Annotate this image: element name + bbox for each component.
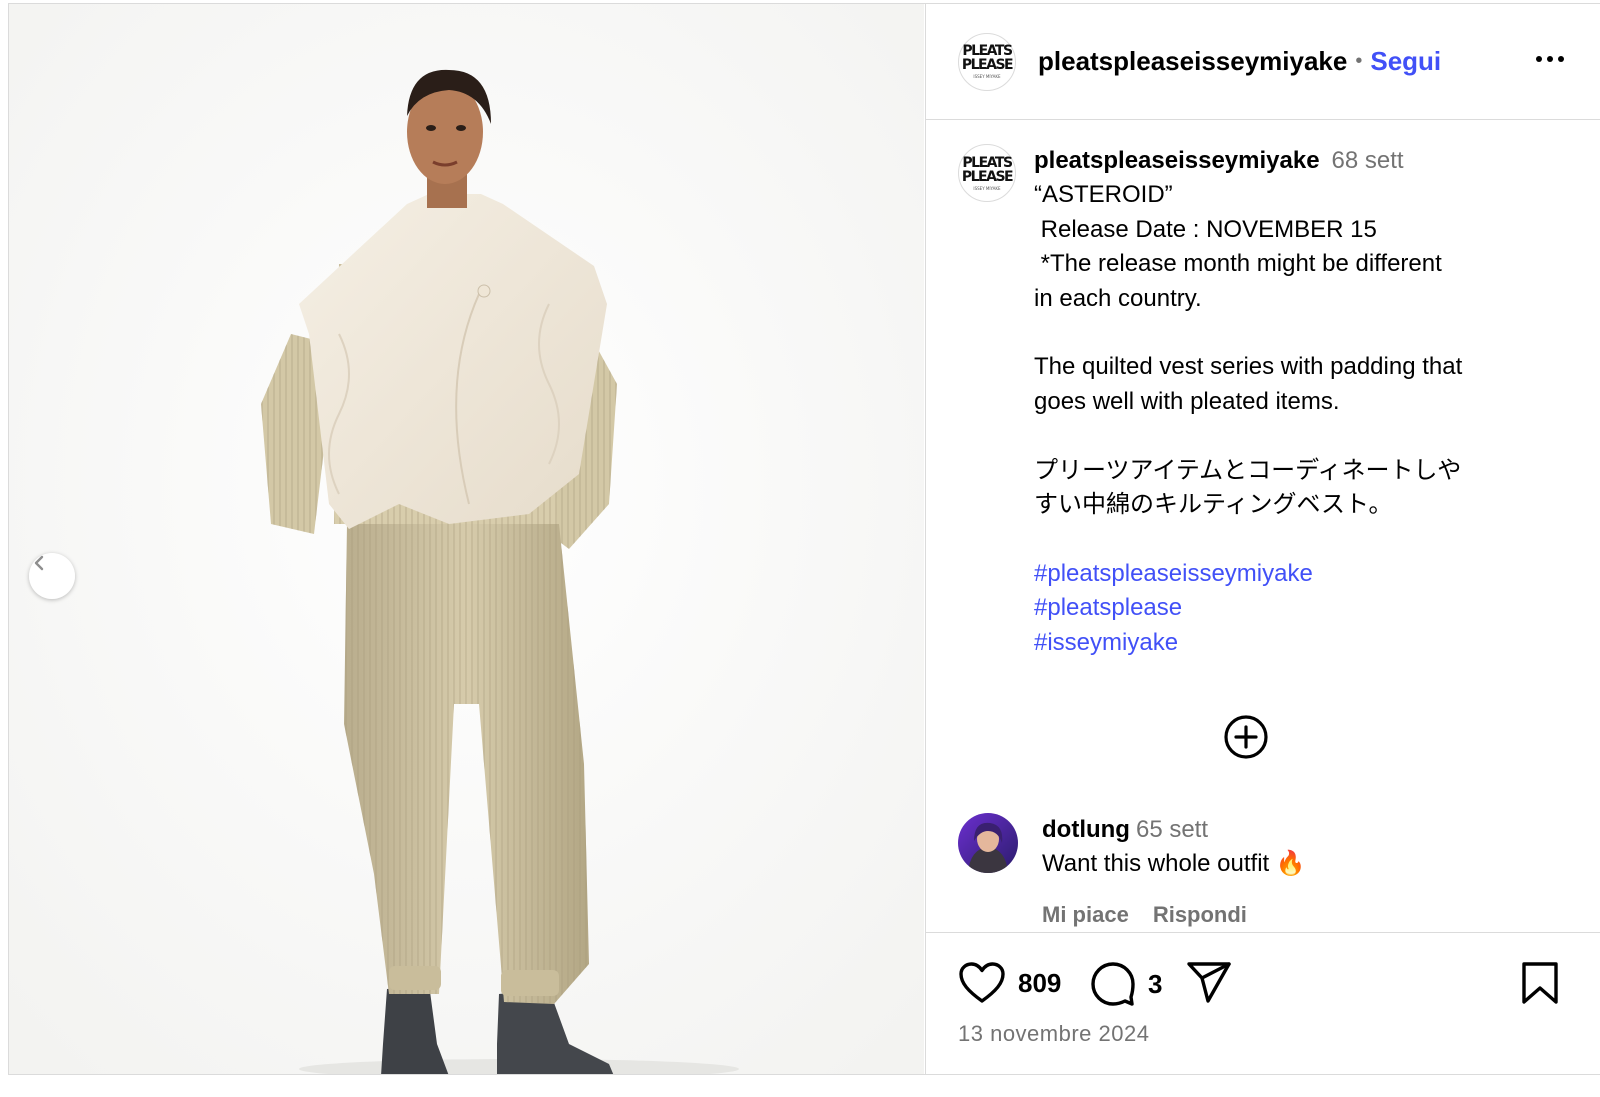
comment-body: dotlung 65 sett Want this whole outfit 🔥 …	[1042, 813, 1306, 932]
separator-dot: •	[1355, 50, 1363, 72]
comment-icon	[1091, 962, 1135, 1006]
post-media[interactable]	[9, 4, 924, 1074]
caption-title-row: pleatspleaseisseymiyake 68 sett	[1034, 144, 1462, 178]
comment-item: dotlung 65 sett Want this whole outfit 🔥 …	[958, 813, 1580, 932]
post-header: PLEATS PLEASE ISSEY MIYAKE pleatspleasei…	[926, 4, 1600, 120]
logo-text-line2: PLEASE	[961, 57, 1014, 73]
post-window: PLEATS PLEASE ISSEY MIYAKE pleatspleasei…	[8, 3, 1600, 1075]
comment-timestamp[interactable]: 65 sett	[1136, 816, 1208, 843]
hashtag-link[interactable]: #isseymiyake	[1034, 626, 1462, 660]
bookmark-icon	[1522, 962, 1558, 1004]
share-icon	[1187, 962, 1231, 1003]
more-options-button[interactable]	[1536, 48, 1564, 70]
caption-avatar[interactable]: PLEATS PLEASE ISSEY MIYAKE	[958, 144, 1016, 202]
comments-panel[interactable]: PLEATS PLEASE ISSEY MIYAKE pleatspleasei…	[926, 120, 1600, 932]
logo-text-line1: PLEATS	[962, 43, 1013, 59]
hashtag-link[interactable]: #pleatspleaseisseymiyake	[1034, 557, 1462, 591]
caption-line: Release Date : NOVEMBER 15	[1034, 215, 1377, 243]
comment-text-row: dotlung 65 sett	[1042, 813, 1306, 847]
comment-reply-button[interactable]: Rispondi	[1153, 898, 1247, 932]
load-more-comments-button[interactable]	[1222, 713, 1270, 761]
comment-actions: Mi piace Rispondi	[1042, 898, 1306, 932]
post-footer: 809 3 13 novembre 2024	[926, 932, 1600, 1074]
likes-count[interactable]: 809	[1018, 968, 1061, 999]
post-caption: PLEATS PLEASE ISSEY MIYAKE pleatspleasei…	[958, 144, 1580, 660]
comment-like-button[interactable]: Mi piace	[1042, 898, 1129, 932]
follow-button[interactable]: Segui	[1370, 46, 1441, 77]
plus-circle-icon	[1224, 715, 1268, 759]
commenter-avatar[interactable]	[958, 813, 1018, 873]
caption-line: すい中綿のキルティングベスト。	[1034, 491, 1393, 519]
header-username[interactable]: pleatspleaseisseymiyake	[1038, 46, 1347, 77]
profile-avatar[interactable]: PLEATS PLEASE ISSEY MIYAKE	[958, 32, 1016, 91]
more-horizontal-icon	[1536, 56, 1542, 62]
caption-username[interactable]: pleatspleaseisseymiyake	[1034, 147, 1320, 174]
caption-line: goes well with pleated items.	[1034, 387, 1340, 415]
caption-line: The quilted vest series with padding tha…	[1034, 353, 1463, 381]
previous-image-button[interactable]	[29, 553, 75, 599]
caption-text: pleatspleaseisseymiyake 68 sett “ASTEROID…	[1034, 144, 1462, 660]
action-bar: 809 3	[958, 961, 1560, 1009]
caption-line: プリーツアイテムとコーディネートしや	[1034, 456, 1462, 484]
save-button[interactable]	[1520, 961, 1560, 1005]
comment-text: Want this whole outfit 🔥	[1042, 850, 1306, 878]
caption-line: in each country.	[1034, 284, 1202, 312]
heart-icon	[959, 962, 1005, 1003]
comment-button[interactable]: 3	[1090, 961, 1162, 1007]
share-button[interactable]	[1186, 961, 1232, 1005]
comment-username[interactable]: dotlung	[1042, 816, 1130, 843]
caption-line: *The release month might be different	[1034, 250, 1442, 278]
caption-timestamp[interactable]: 68 sett	[1332, 147, 1404, 174]
chevron-left-icon	[34, 555, 44, 571]
logo-text-line3: ISSEY MIYAKE	[973, 74, 1001, 79]
post-date[interactable]: 13 novembre 2024	[958, 1021, 1149, 1047]
post-photo	[9, 4, 924, 1074]
like-button[interactable]: 809	[958, 961, 1061, 1005]
avatar-image	[958, 813, 1018, 873]
hashtag-link[interactable]: #pleatsplease	[1034, 591, 1462, 625]
caption-line: “ASTEROID”	[1034, 181, 1173, 209]
post-sidebar: PLEATS PLEASE ISSEY MIYAKE pleatspleasei…	[925, 4, 1600, 1074]
comments-count[interactable]: 3	[1148, 969, 1162, 1000]
